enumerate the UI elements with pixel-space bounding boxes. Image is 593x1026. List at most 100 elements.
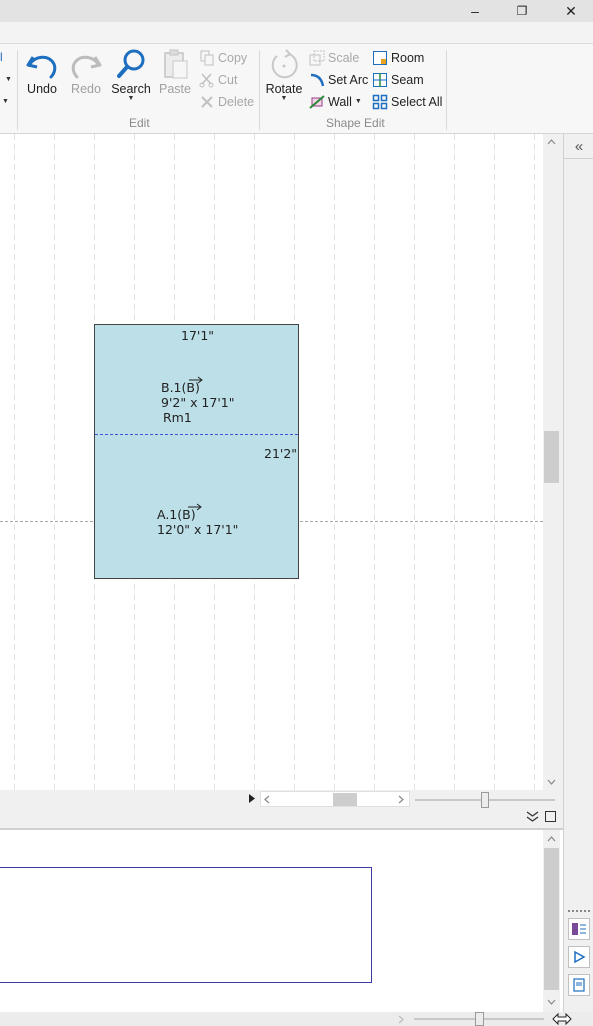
- group-label-edit: Edit: [129, 116, 150, 130]
- zoom-slider-thumb[interactable]: [481, 792, 489, 808]
- drawing-canvas[interactable]: 17'1" B.1(B) 9'2" x 17'1" Rm1 21'2" A.1(…: [0, 134, 543, 790]
- room-button[interactable]: Room: [372, 48, 424, 68]
- truncated-ribbon-item: l: [0, 50, 3, 64]
- set-arc-button[interactable]: Set Arc: [309, 70, 368, 90]
- scroll-left-icon[interactable]: [264, 795, 270, 804]
- region-a-size: 12'0" x 17'1": [157, 522, 239, 537]
- scale-label: Scale: [328, 51, 360, 65]
- scale-icon: [309, 50, 325, 66]
- seam-label: Seam: [391, 73, 424, 87]
- search-icon: [117, 49, 145, 78]
- ribbon-tab-strip: [0, 22, 593, 44]
- side-panel-strip: «: [563, 134, 593, 1026]
- restore-button[interactable]: ❐: [502, 0, 542, 22]
- rotate-label: Rotate: [265, 82, 303, 96]
- double-chevron-down-icon[interactable]: [526, 811, 539, 823]
- group-separator: [17, 50, 18, 130]
- set-arc-label: Set Arc: [328, 73, 369, 87]
- ribbon: l ▼ ▼ Undo Redo Search ▼ Paste Copy Cut …: [0, 44, 593, 134]
- copy-button[interactable]: Copy: [199, 48, 247, 68]
- delete-icon: [201, 96, 213, 108]
- scroll-thumb[interactable]: [544, 431, 559, 483]
- play-icon: [574, 950, 586, 964]
- delete-label: Delete: [218, 95, 255, 109]
- divider: [564, 158, 593, 159]
- side-dimension-label: 21'2": [264, 446, 298, 461]
- panel-grip[interactable]: [568, 910, 590, 912]
- direction-arrow-icon: [189, 376, 203, 384]
- seam-icon: [373, 73, 387, 87]
- paste-button[interactable]: Paste: [156, 48, 194, 96]
- play-panel-button[interactable]: [568, 946, 590, 968]
- wall-icon: [309, 95, 325, 109]
- play-small-icon[interactable]: [249, 794, 255, 803]
- restore-icon: ❐: [516, 4, 528, 18]
- set-arc-icon: [310, 73, 325, 87]
- scroll-thumb[interactable]: [333, 793, 357, 806]
- chevron-right-icon[interactable]: [398, 1015, 404, 1024]
- seam-button[interactable]: Seam: [372, 70, 424, 90]
- double-chevron-left-icon: «: [574, 137, 584, 155]
- rotate-button[interactable]: Rotate ▼: [265, 48, 303, 102]
- group-separator: [259, 50, 260, 130]
- wall-button[interactable]: Wall ▼: [309, 92, 362, 112]
- properties-icon: [572, 923, 586, 935]
- minimize-button[interactable]: –: [455, 0, 495, 22]
- copy-label: Copy: [218, 51, 248, 65]
- redo-button[interactable]: Redo: [68, 48, 104, 96]
- region-b-room: Rm1: [163, 410, 192, 425]
- page-panel-button[interactable]: [568, 974, 590, 996]
- region-b-size: 9'2" x 17'1": [161, 395, 235, 410]
- undo-icon: [26, 55, 57, 79]
- canvas-footer: [0, 790, 563, 828]
- chevron-down-icon: ▼: [280, 95, 288, 102]
- search-label: Search: [111, 82, 151, 96]
- scale-button[interactable]: Scale: [309, 48, 359, 68]
- scroll-right-icon[interactable]: [398, 795, 404, 804]
- maximize-panel-icon[interactable]: [545, 811, 556, 822]
- group-label-shape-edit: Shape Edit: [326, 116, 385, 130]
- scroll-down-icon[interactable]: [547, 779, 556, 785]
- chevron-down-icon: ▼: [2, 98, 9, 105]
- scroll-up-icon[interactable]: [547, 139, 556, 145]
- scroll-down-icon[interactable]: [547, 999, 556, 1005]
- search-button[interactable]: Search ▼: [110, 48, 152, 102]
- minimize-icon: –: [471, 3, 479, 19]
- bottom-preview-panel: [0, 828, 563, 1012]
- bottom-zoom-thumb[interactable]: [475, 1012, 484, 1026]
- chevron-down-icon: ▼: [354, 98, 362, 105]
- scroll-thumb[interactable]: [544, 848, 559, 990]
- select-all-button[interactable]: Select All: [372, 92, 442, 112]
- room-icon: [373, 51, 387, 65]
- panel-vertical-scrollbar[interactable]: [543, 830, 560, 1012]
- redo-icon: [71, 55, 102, 79]
- collapse-panel-button[interactable]: «: [564, 134, 593, 158]
- close-button[interactable]: ✕: [551, 0, 591, 22]
- cut-label: Cut: [218, 73, 238, 87]
- copy-icon: [200, 50, 214, 66]
- seam-line[interactable]: [95, 434, 298, 435]
- preview-frame[interactable]: [0, 867, 372, 983]
- chevron-down-icon: ▼: [127, 95, 135, 102]
- scroll-up-icon[interactable]: [547, 836, 556, 842]
- properties-panel-button[interactable]: [568, 918, 590, 940]
- delete-button[interactable]: Delete: [199, 92, 254, 112]
- canvas-vertical-scrollbar[interactable]: [543, 134, 560, 790]
- room-label: Room: [391, 51, 425, 65]
- wall-label: Wall: [328, 95, 352, 109]
- resize-horizontal-icon[interactable]: [551, 1012, 573, 1026]
- select-all-label: Select All: [391, 95, 443, 109]
- direction-arrow-icon: [188, 503, 202, 511]
- cut-icon: [199, 73, 214, 88]
- close-icon: ✕: [565, 2, 577, 19]
- canvas-horizontal-scrollbar[interactable]: [260, 791, 410, 807]
- undo-button[interactable]: Undo: [24, 48, 60, 96]
- select-all-icon: [372, 94, 388, 110]
- status-strip: [0, 1012, 593, 1026]
- cut-button[interactable]: Cut: [199, 70, 237, 90]
- rotate-icon: [271, 49, 298, 79]
- paste-label: Paste: [159, 82, 191, 96]
- chevron-down-icon: ▼: [5, 76, 12, 83]
- group-separator: [446, 50, 447, 130]
- top-dimension-label: 17'1": [181, 328, 215, 343]
